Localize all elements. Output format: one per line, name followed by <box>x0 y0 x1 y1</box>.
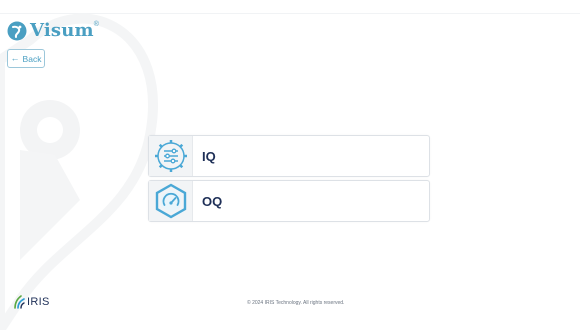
back-button[interactable]: ← Back <box>7 49 45 68</box>
back-button-label: Back <box>22 53 42 64</box>
app-name: Visum <box>30 20 94 41</box>
iq-icon-container <box>149 136 193 176</box>
top-strip <box>0 0 580 14</box>
oq-card[interactable]: OQ <box>148 180 430 222</box>
iris-brand-text: IRIS <box>27 296 50 308</box>
copyright-notice: © 2024 IRIS Technology. All rights reser… <box>247 300 345 306</box>
gear-sliders-icon <box>154 140 187 172</box>
registered-mark: ® <box>93 21 99 28</box>
oq-icon-container <box>149 181 193 221</box>
visum-logo: Visum ® <box>7 20 99 42</box>
iq-card[interactable]: IQ <box>148 135 430 177</box>
iq-card-label: IQ <box>202 148 216 164</box>
oq-card-label: OQ <box>202 193 223 209</box>
visum-logo-icon <box>7 21 27 41</box>
iris-leaf-icon <box>14 295 25 309</box>
iris-logo: IRIS <box>13 295 50 309</box>
hexagon-gauge-icon <box>155 183 186 219</box>
arrow-left-icon: ← <box>10 53 20 63</box>
